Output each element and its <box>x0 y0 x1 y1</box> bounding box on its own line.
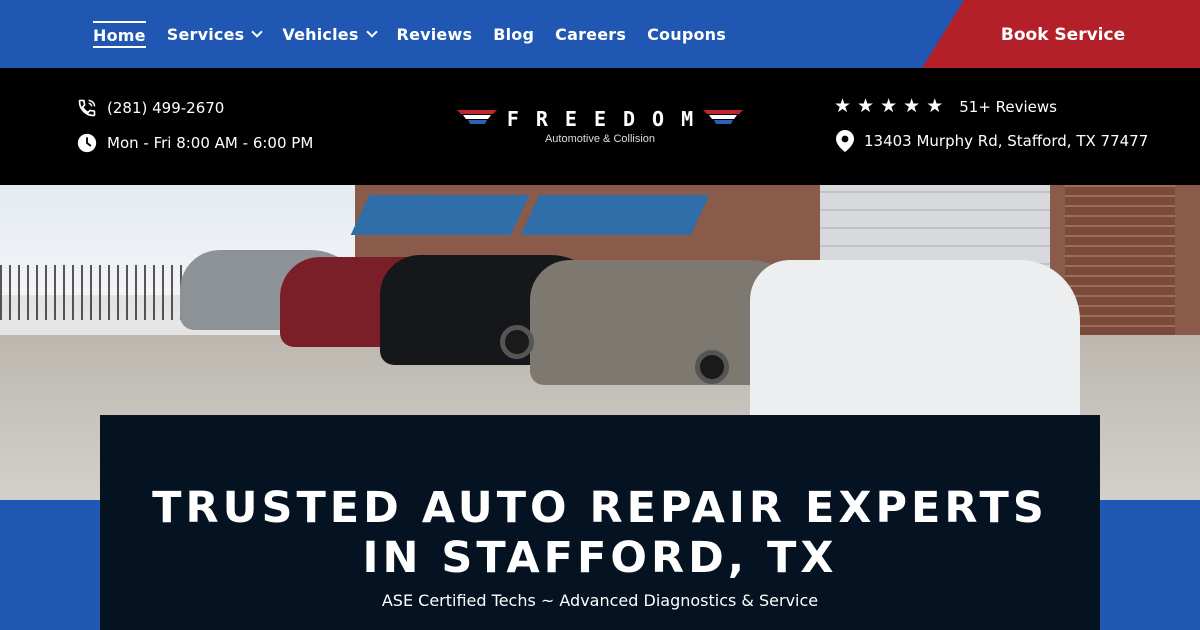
awning <box>520 195 710 235</box>
phone-icon <box>78 99 96 117</box>
nav-item-label: Vehicles <box>282 24 359 44</box>
nav-item-services[interactable]: Services <box>166 24 264 44</box>
address-text: 13403 Murphy Rd, Stafford, TX 77477 <box>864 132 1149 150</box>
hours-text: Mon - Fri 8:00 AM - 6:00 PM <box>107 134 314 152</box>
address-link[interactable]: 13403 Murphy Rd, Stafford, TX 77477 <box>836 130 1148 152</box>
nav-item-coupons[interactable]: Coupons <box>647 25 726 44</box>
phone-number: (281) 499-2670 <box>107 99 225 117</box>
headline-line-1: TRUSTED AUTO REPAIR EXPERTS <box>152 483 1048 533</box>
logo-subtitle: Automotive & Collision <box>544 133 656 145</box>
clock-icon <box>77 133 97 153</box>
map-pin-icon <box>836 130 854 152</box>
chevron-down-icon <box>365 25 378 38</box>
book-service-label: Book Service <box>1000 25 1126 45</box>
star-icon: ★ <box>880 95 898 117</box>
star-icon: ★ <box>903 95 921 117</box>
chevron-down-icon <box>251 25 264 38</box>
business-hours: Mon - Fri 8:00 AM - 6:00 PM <box>77 133 313 153</box>
freedom-logo[interactable]: FREEDOM Automotive & Collision <box>455 100 745 150</box>
wheel <box>695 350 729 384</box>
nav-links: Home Services Vehicles Reviews Blog Care… <box>93 0 726 68</box>
nav-item-label: Services <box>166 24 245 44</box>
book-service-button[interactable]: Book Service <box>922 0 1200 68</box>
star-icon: ★ <box>857 95 875 117</box>
nav-item-blog[interactable]: Blog <box>493 25 534 44</box>
nav-item-label: Coupons <box>647 24 726 44</box>
wheel <box>500 325 534 359</box>
star-icon: ★ <box>926 95 944 117</box>
logo-wordmark: FREEDOM <box>506 107 711 131</box>
star-icon: ★ <box>834 95 852 117</box>
nav-item-home[interactable]: Home <box>93 20 146 48</box>
nav-item-label: Home <box>93 25 146 45</box>
headline-line-2: IN STAFFORD, TX <box>362 533 838 583</box>
phone-link[interactable]: (281) 499-2670 <box>77 98 224 118</box>
reviews-link[interactable]: ★ ★ ★ ★ ★ 51+ Reviews <box>834 97 1057 116</box>
nav-item-vehicles[interactable]: Vehicles <box>282 24 378 44</box>
nav-item-careers[interactable]: Careers <box>555 25 626 44</box>
hero-headline: TRUSTED AUTO REPAIR EXPERTS IN STAFFORD,… <box>100 483 1100 583</box>
awning <box>410 195 530 235</box>
car-white-coupe <box>750 260 1080 430</box>
nav-item-label: Careers <box>555 24 627 44</box>
main-nav: Home Services Vehicles Reviews Blog Care… <box>0 0 1200 68</box>
nav-item-reviews[interactable]: Reviews <box>397 25 473 44</box>
reviews-count: 51+ Reviews <box>959 97 1057 116</box>
nav-item-label: Reviews <box>396 24 473 44</box>
info-bar: (281) 499-2670 Mon - Fri 8:00 AM - 6:00 … <box>0 68 1200 185</box>
nav-item-label: Blog <box>493 24 535 44</box>
hero-panel: TRUSTED AUTO REPAIR EXPERTS IN STAFFORD,… <box>100 415 1100 630</box>
hero-tagline: ASE Certified Techs ~ Advanced Diagnosti… <box>381 591 819 610</box>
rating-stars: ★ ★ ★ ★ ★ <box>834 97 943 116</box>
